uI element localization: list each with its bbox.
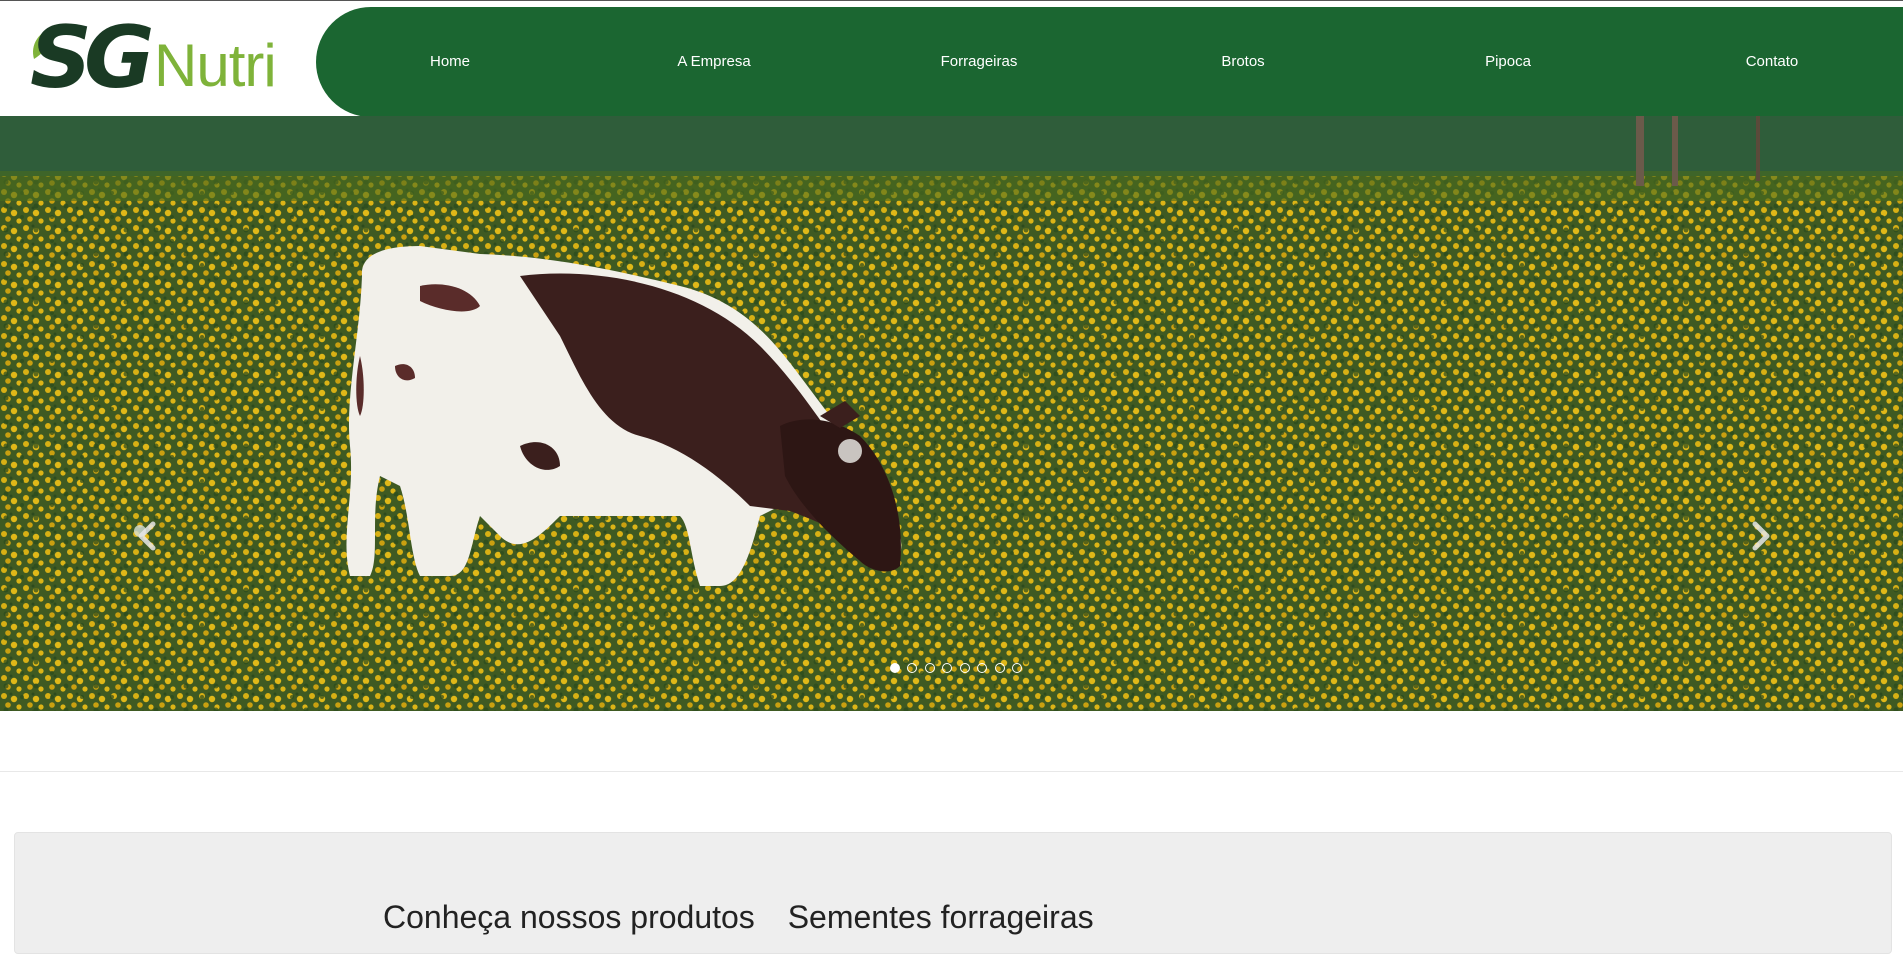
products-panel: Conheça nossos produtos Sementes forrage… <box>14 832 1892 954</box>
products-heading-part1: Conheça nossos produtos <box>383 899 755 935</box>
hero-image-cow-field <box>0 116 1903 711</box>
nav-pipoca[interactable]: Pipoca <box>1428 7 1588 117</box>
section-divider <box>0 771 1903 772</box>
carousel-prev-arrow[interactable] <box>133 516 163 556</box>
logo-sg-text: SG <box>30 8 154 108</box>
carousel-dot-6[interactable] <box>977 663 988 673</box>
nav-forrageiras[interactable]: Forrageiras <box>899 7 1059 117</box>
carousel-dot-3[interactable] <box>924 663 935 673</box>
nav-home[interactable]: Home <box>370 7 530 117</box>
hero-carousel <box>0 116 1903 711</box>
nav-brotos[interactable]: Brotos <box>1163 7 1323 117</box>
carousel-dot-4[interactable] <box>942 663 953 673</box>
carousel-dot-5[interactable] <box>959 663 970 673</box>
carousel-dot-1[interactable] <box>890 663 900 673</box>
carousel-indicators <box>890 663 1025 677</box>
carousel-dot-2[interactable] <box>907 663 918 673</box>
carousel-dot-8[interactable] <box>1012 663 1023 673</box>
products-heading: Conheça nossos produtos Sementes forrage… <box>383 899 1118 936</box>
sgnutri-logo[interactable]: SG Nutri <box>28 15 278 101</box>
nav-a-empresa[interactable]: A Empresa <box>634 7 794 117</box>
logo-nutri-text: Nutri <box>154 32 277 99</box>
carousel-dot-7[interactable] <box>994 663 1005 673</box>
carousel-next-arrow[interactable] <box>1745 516 1775 556</box>
nav-contato[interactable]: Contato <box>1692 7 1852 117</box>
chevron-left-icon <box>138 521 156 551</box>
chevron-right-icon <box>1752 521 1770 551</box>
site-header: SG Nutri Home A Empresa Forrageiras Brot… <box>0 1 1903 117</box>
main-navigation: Home A Empresa Forrageiras Brotos Pipoca… <box>316 7 1903 117</box>
products-heading-part2: Sementes forrageiras <box>787 899 1094 935</box>
